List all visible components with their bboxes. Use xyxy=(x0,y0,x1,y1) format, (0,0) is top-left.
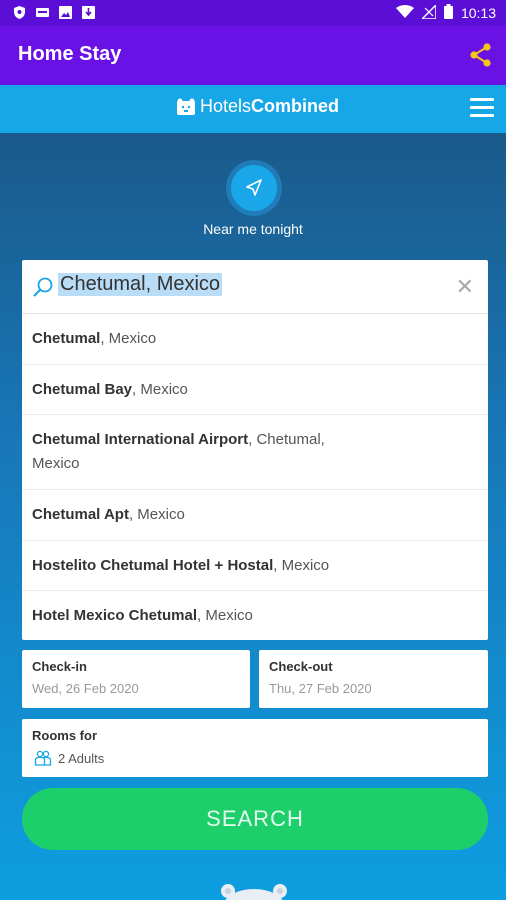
bear-mascot-icon xyxy=(221,884,287,900)
checkout-value: Thu, 27 Feb 2020 xyxy=(269,681,372,696)
search-icon xyxy=(33,277,53,297)
suggestion-item[interactable]: Chetumal, Mexico xyxy=(22,314,488,365)
checkin-field[interactable]: Check-in Wed, 26 Feb 2020 xyxy=(22,650,250,708)
wifi-icon xyxy=(395,4,414,22)
image-icon xyxy=(58,5,73,20)
rooms-field[interactable]: Rooms for 2 Adults xyxy=(22,719,488,777)
app-bar: Home Stay xyxy=(0,26,506,85)
checkin-label: Check-in xyxy=(32,659,87,674)
shield-icon xyxy=(12,5,27,20)
search-row[interactable]: Chetumal, Mexico ✕ xyxy=(22,260,488,314)
rooms-label: Rooms for xyxy=(32,728,97,743)
destination-search-box: Chetumal, Mexico ✕ Chetumal, Mexico Chet… xyxy=(22,260,488,640)
suggestion-item[interactable]: Chetumal Bay, Mexico xyxy=(22,365,488,415)
search-panel: Near me tonight Chetumal, Mexico ✕ Chetu… xyxy=(0,133,506,900)
signal-icon xyxy=(420,2,437,22)
checkout-field[interactable]: Check-out Thu, 27 Feb 2020 xyxy=(259,650,488,708)
status-bar: 10:13 xyxy=(0,0,506,26)
suggestion-item[interactable]: Chetumal International Airport, Chetumal… xyxy=(22,415,488,490)
rooms-value: 2 Adults xyxy=(58,751,105,766)
hamburger-menu-icon[interactable] xyxy=(470,98,494,118)
search-input[interactable]: Chetumal, Mexico xyxy=(58,273,223,296)
hotelscombined-logo[interactable]: HotelsCombined xyxy=(176,96,339,117)
search-button[interactable]: SEARCH xyxy=(22,788,488,850)
guests-icon xyxy=(34,750,52,766)
navigation-arrow-icon xyxy=(246,179,262,196)
voicemail-icon xyxy=(35,5,50,20)
suggestion-item[interactable]: Hostelito Chetumal Hotel + Hostal, Mexic… xyxy=(22,541,488,591)
download-icon xyxy=(81,5,96,20)
app-title: Home Stay xyxy=(18,43,122,65)
near-me-button[interactable] xyxy=(231,165,277,211)
checkout-label: Check-out xyxy=(269,659,333,674)
hotelscombined-header: HotelsCombined xyxy=(0,85,506,133)
clear-icon[interactable]: ✕ xyxy=(456,274,474,300)
suggestion-item[interactable]: Chetumal Apt, Mexico xyxy=(22,490,488,541)
battery-icon xyxy=(443,4,453,22)
suggestion-item[interactable]: Hotel Mexico Chetumal, Mexico xyxy=(22,591,488,640)
checkin-value: Wed, 26 Feb 2020 xyxy=(32,681,139,696)
status-time: 10:13 xyxy=(460,5,496,21)
share-icon[interactable] xyxy=(468,42,494,68)
bear-logo-icon xyxy=(177,98,195,115)
logo-hotels-text: Hotels xyxy=(200,96,252,116)
logo-combined-text: Combined xyxy=(251,96,340,116)
near-me-label[interactable]: Near me tonight xyxy=(0,221,506,237)
